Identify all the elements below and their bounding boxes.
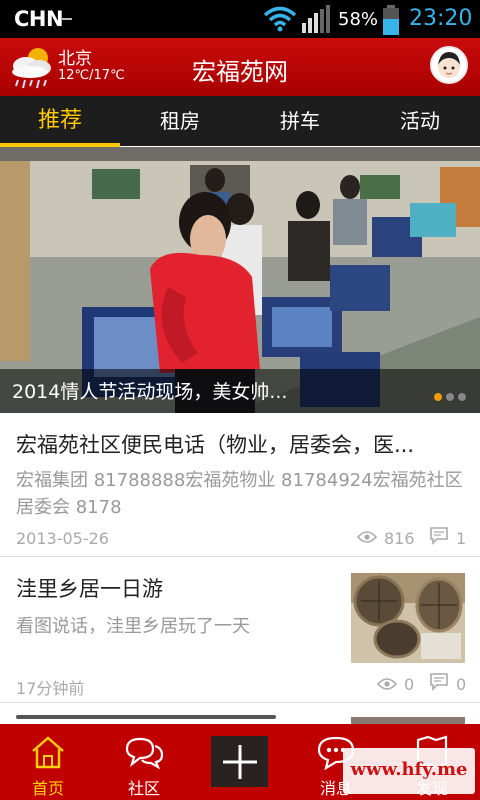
- list-item[interactable]: [0, 703, 480, 724]
- watermark-text: www.hfy.me: [350, 759, 468, 780]
- nav-home-label: 首页: [31, 779, 64, 798]
- item-thumbnail: [351, 717, 465, 724]
- category-tabs: 推荐 租房 拼车 活动: [0, 96, 480, 146]
- item-description: 宏福集团 81788888宏福苑物业 81784924宏福苑社区居委会 8178: [16, 470, 463, 518]
- publish-button[interactable]: [211, 736, 268, 787]
- app-title: 宏福苑网: [192, 58, 288, 86]
- item-title: 洼里乡居一日游: [16, 577, 163, 601]
- item-title: 宏福苑社区便民电话（物业，居委会，医...: [16, 433, 415, 457]
- nav-community-label: 社区: [127, 779, 160, 798]
- site-watermark: www.hfy.me: [343, 748, 475, 794]
- item-comment-count: 0: [456, 675, 467, 694]
- carrier-name: CHN: [14, 7, 64, 31]
- nav-community[interactable]: 社区: [96, 724, 192, 800]
- carousel-dot-1[interactable]: [434, 393, 442, 401]
- views-eye-icon: [357, 531, 377, 543]
- list-item[interactable]: 宏福苑社区便民电话（物业，居委会，医... 宏福集团 81788888宏福苑物业…: [0, 413, 480, 557]
- wifi-icon: [263, 6, 297, 32]
- views-eye-icon: [377, 678, 397, 690]
- clock: 23:20: [409, 6, 473, 31]
- item-date: 17分钟前: [16, 679, 85, 698]
- item-comment-count: 1: [456, 529, 467, 548]
- tab-rental[interactable]: 租房: [120, 96, 240, 146]
- battery-icon: [383, 5, 399, 35]
- item-description: 看图说话，洼里乡居玩了一天: [16, 616, 250, 637]
- tab-recommend[interactable]: 推荐: [0, 96, 120, 146]
- carousel-indicator: [430, 386, 466, 405]
- chat-bubbles-icon: [125, 737, 164, 770]
- app-header: 北京 12℃/17℃ 宏福苑网: [0, 38, 480, 96]
- carrier-arrow-icon: [62, 18, 72, 20]
- user-avatar-icon[interactable]: [430, 46, 468, 84]
- carousel-dot-3[interactable]: [458, 393, 466, 401]
- plus-icon: [223, 745, 257, 779]
- comment-icon: [430, 673, 448, 691]
- featured-banner[interactable]: 2014情人节活动现场，美女帅...: [0, 147, 480, 413]
- signal-icon: [302, 5, 330, 33]
- battery-percent: 58%: [338, 9, 379, 30]
- tab-carpool[interactable]: 拼车: [240, 96, 360, 146]
- carousel-dot-2[interactable]: [446, 393, 454, 401]
- nav-home[interactable]: 首页: [0, 724, 96, 800]
- banner-caption-bar: 2014情人节活动现场，美女帅...: [0, 369, 480, 413]
- home-icon: [32, 736, 64, 769]
- banner-caption: 2014情人节活动现场，美女帅...: [12, 381, 288, 403]
- item-view-count: 0: [404, 675, 415, 694]
- item-thumbnail: [351, 573, 465, 663]
- comment-icon: [430, 527, 448, 545]
- item-view-count: 816: [384, 529, 415, 548]
- tab-events[interactable]: 活动: [360, 96, 480, 146]
- list-item[interactable]: 洼里乡居一日游 看图说话，洼里乡居玩了一天 17分钟前 0 0: [0, 557, 480, 703]
- status-bar: CHN 58% 23:20: [0, 0, 480, 38]
- item-date: 2013-05-26: [16, 529, 109, 548]
- item-title-partial: [16, 715, 276, 719]
